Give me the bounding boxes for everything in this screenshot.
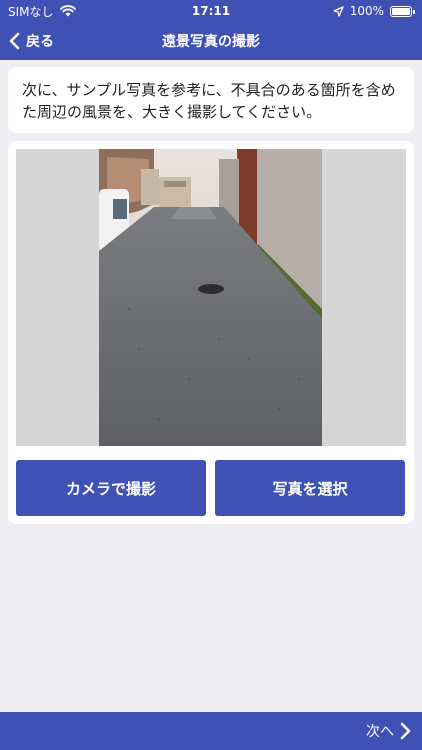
next-button[interactable]: 次へ — [366, 712, 412, 750]
sample-photo — [99, 149, 322, 446]
status-left: SIMなし — [8, 3, 76, 20]
back-label: 戻る — [26, 34, 54, 50]
battery-icon — [390, 5, 415, 17]
nav-bar: 戻る 遠景写真の撮影 — [0, 22, 422, 60]
wifi-icon — [59, 5, 76, 17]
top-bar: SIMなし 17:11 100% 戻る 遠景写真の撮影 — [0, 0, 422, 60]
chevron-left-icon — [9, 32, 20, 50]
instruction-card: 次に、サンプル写真を参考に、不具合のある箇所を含めた周辺の風景を、大きく撮影して… — [8, 67, 414, 133]
photo-card: カメラで撮影 写真を選択 — [8, 141, 414, 524]
location-arrow-icon — [333, 5, 344, 17]
status-right: 100% — [333, 4, 415, 18]
camera-button[interactable]: カメラで撮影 — [16, 460, 206, 516]
photo-frame — [16, 149, 406, 446]
bottom-bar: 次へ — [0, 712, 422, 750]
back-button[interactable]: 戻る — [8, 22, 54, 60]
battery-percent: 100% — [349, 4, 384, 18]
carrier-label: SIMなし — [8, 4, 54, 19]
chevron-right-icon — [400, 722, 411, 740]
instruction-text: 次に、サンプル写真を参考に、不具合のある箇所を含めた周辺の風景を、大きく撮影して… — [22, 81, 396, 121]
next-label: 次へ — [366, 724, 394, 740]
sample-photo-image — [99, 149, 322, 446]
page-title: 遠景写真の撮影 — [162, 34, 260, 50]
select-photo-button[interactable]: 写真を選択 — [215, 460, 405, 516]
status-bar: SIMなし 17:11 100% — [0, 0, 422, 22]
